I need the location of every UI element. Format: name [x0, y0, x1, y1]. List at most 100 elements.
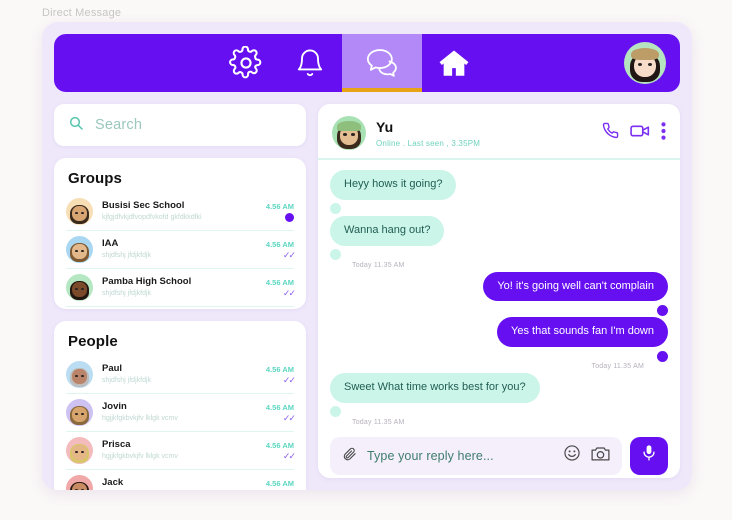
people-section: People Paul shjdfshj jfdjkfdjk 4.56 AM ✓✓ J…: [54, 321, 306, 490]
message-bubble[interactable]: Heyy hows it going?: [330, 170, 457, 200]
chat-bubbles-icon: [364, 47, 400, 79]
paperclip-icon[interactable]: [342, 446, 357, 466]
contact-avatar[interactable]: [66, 399, 93, 426]
message-timestamp: Today 11.35 AM: [591, 363, 644, 370]
message-tail-row: [330, 303, 668, 317]
bubble-tail: [657, 350, 668, 362]
contact-avatar[interactable]: [66, 361, 93, 388]
bell-icon: [294, 47, 326, 79]
nav-item-notifications[interactable]: [278, 34, 342, 92]
avatar-face: [624, 42, 666, 84]
read-receipt-icon: ✓✓: [282, 450, 296, 461]
nav-item-messages[interactable]: [342, 34, 422, 92]
avatar[interactable]: [624, 42, 666, 84]
bubble-tail: [330, 249, 341, 260]
read-receipt-icon: ✓✓: [282, 287, 296, 298]
chat-header: Yu Online . Last seen , 3.35PM: [318, 104, 680, 160]
avatar-face: [66, 236, 93, 263]
avatar-face: [66, 361, 93, 388]
message-tail-row: [330, 248, 668, 262]
message-tail-row: [330, 202, 668, 216]
message-tail-row: [330, 349, 668, 363]
contact-avatar[interactable]: [66, 475, 93, 490]
message-row: Wanna hang out?: [330, 215, 668, 246]
message-bubble[interactable]: Yes that sounds fan I'm down: [497, 317, 668, 347]
contact-avatar[interactable]: [332, 116, 366, 150]
list-item-meta: 4.56 AM ✓✓: [262, 277, 296, 298]
list-item-meta: 4.56 AM ✓✓: [262, 239, 296, 260]
groups-title: Groups: [68, 170, 122, 187]
contact-avatar[interactable]: [66, 236, 93, 263]
list-item[interactable]: Busisi Sec School kjfgjdfvkjdfvopdfvkofd …: [66, 193, 294, 231]
voice-record-button[interactable]: [630, 436, 668, 475]
list-item-time: 4.56 AM: [265, 478, 294, 488]
contact-avatar[interactable]: [66, 437, 93, 464]
more-options-button[interactable]: [661, 121, 666, 145]
message-bubble[interactable]: Sweet What time works best for you?: [330, 373, 540, 403]
groups-list: Busisi Sec School kjfgjdfvkjdfvopdfvkofd …: [66, 193, 296, 307]
nav-item-home[interactable]: [422, 34, 486, 92]
chat-panel: Yu Online . Last seen , 3.35PM Heyy hows…: [318, 104, 680, 478]
list-item-name: Jack: [102, 476, 124, 488]
list-item[interactable]: Paul shjdfshj jfdjkfdjk 4.56 AM ✓✓: [66, 356, 296, 394]
contact-avatar[interactable]: [66, 198, 93, 225]
list-item-text: Jovin hgjjkfgkbvkjfv lklgk vcmv: [102, 401, 253, 424]
list-item-name: Pamba High School: [102, 275, 192, 287]
message-timestamp: Today 11.35 AM: [352, 418, 405, 426]
list-item[interactable]: Prisca hgjjkfgkbvkjfv lklgk vcmv 4.56 AM ✓✓: [66, 432, 296, 470]
list-item-name: Busisi Sec School: [102, 199, 185, 211]
list-item[interactable]: IAA shjdfshj jfdjkfdjk 4.56 AM ✓✓: [66, 231, 296, 269]
message-row: Sweet What time works best for you?: [330, 373, 668, 403]
message-thread[interactable]: Heyy hows it going? Wanna hang out? Today …: [318, 160, 680, 429]
message-row: Yes that sounds fan I'm down: [330, 317, 668, 347]
list-item-text: Prisca hgjjkfgkbvkjfv lklgk vcmv: [102, 439, 253, 462]
contact-info: Yu Online . Last seen , 3.35PM: [376, 118, 592, 147]
list-item-preview: shjdfshj jfdjkfdjk: [102, 289, 152, 297]
list-item-name: Prisca: [102, 438, 131, 450]
search-icon: [68, 115, 84, 136]
list-item-text: Jackhgjjkfgkbvkjfv lklgk vcmv: [102, 477, 253, 490]
message-composer: Type your reply here...: [318, 429, 680, 478]
smiley-icon[interactable]: [563, 444, 581, 467]
contact-avatar[interactable]: [66, 274, 93, 301]
list-item-text: IAA shjdfshj jfdjkfdjk: [102, 238, 253, 261]
camera-icon[interactable]: [591, 445, 610, 467]
list-item-time: 4.56 AM: [265, 440, 294, 450]
list-item-preview: shjdfshj jfdjkfdjk: [102, 376, 152, 384]
bubble-tail: [330, 406, 341, 418]
list-item-name: Paul: [102, 362, 123, 374]
message-timestamp-row: Today 11.35 AM: [330, 262, 668, 272]
list-item-text: Pamba High School shjdfshj jfdjkfdjk: [102, 276, 253, 299]
read-receipt-icon: ✓✓: [282, 249, 296, 260]
microphone-icon: [641, 444, 657, 467]
message-timestamp-row: Today 11.35 AM: [330, 419, 668, 429]
list-item-text: Paul shjdfshj jfdjkfdjk: [102, 363, 253, 386]
message-bubble[interactable]: Wanna hang out?: [330, 215, 445, 246]
list-item[interactable]: Jackhgjjkfgkbvkjfv lklgk vcmv 4.56 AM: [66, 470, 294, 490]
list-item-meta: 4.56 AM ✓✓: [262, 403, 296, 423]
avatar-face: [66, 274, 93, 301]
reply-input[interactable]: Type your reply here...: [330, 436, 622, 475]
nav-avatar-container: [486, 34, 680, 92]
list-item-time: 4.56 AM: [265, 277, 294, 287]
message-bubble[interactable]: Yo! it's going well can't complain: [483, 271, 668, 302]
list-item[interactable]: Pamba High School shjdfshj jfdjkfdjk 4.56 …: [66, 269, 296, 307]
video-call-button[interactable]: [630, 123, 650, 144]
phone-icon: [602, 122, 619, 144]
list-item-time: 4.56 AM: [265, 239, 294, 249]
voice-call-button[interactable]: [602, 122, 619, 144]
search-input[interactable]: Search: [54, 104, 306, 146]
sidebar: Search Groups Busisi Sec School kjfgjdfvk…: [54, 104, 306, 490]
search-placeholder: Search: [95, 117, 143, 133]
list-item-meta: 4.56 AM: [262, 478, 294, 490]
page-title: Direct Message: [42, 7, 122, 19]
list-item[interactable]: Jovin hgjjkfgkbvkjfv lklgk vcmv 4.56 AM ✓✓: [66, 394, 296, 432]
avatar-face: [66, 399, 93, 426]
video-camera-icon: [630, 123, 650, 144]
unread-badge: [285, 212, 294, 222]
list-item-time: 4.56 AM: [265, 201, 294, 211]
nav-item-settings[interactable]: [214, 34, 278, 92]
contact-avatar-face: [332, 116, 366, 150]
message-tail-row: [330, 405, 668, 419]
list-item-name: IAA: [102, 237, 119, 249]
